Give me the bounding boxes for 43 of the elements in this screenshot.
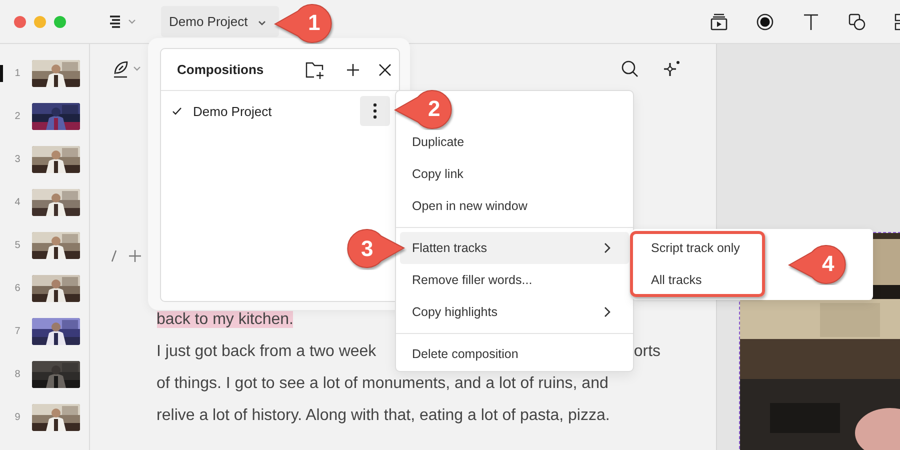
new-folder-icon[interactable] — [304, 60, 325, 78]
step-number: 4 — [822, 251, 834, 277]
record-icon[interactable] — [756, 12, 774, 30]
script-text: relive a lot of history. Along with that, eating a lot of pasta, pizza. — [156, 407, 610, 424]
caret-icon — [256, 19, 267, 27]
scene-number: 8 — [14, 369, 22, 380]
sparkle-icon[interactable] — [663, 60, 681, 78]
menu-item[interactable]: Open in new window — [400, 190, 629, 222]
more-options-button[interactable] — [360, 96, 390, 126]
panel-title: Compositions — [177, 62, 264, 77]
script-text: orts — [634, 342, 661, 362]
step-number: 3 — [361, 236, 374, 262]
scene-number: 2 — [14, 111, 22, 122]
script-text: of things. I got to see a lot of monuments, and a lot of ruins, and — [156, 375, 608, 392]
menu-item[interactable]: Remove filler words... — [400, 264, 629, 296]
pen-icon[interactable] — [112, 60, 142, 78]
menu-item[interactable]: Copy highlights — [400, 296, 629, 328]
menu-item[interactable]: Flatten tracks — [400, 232, 629, 264]
scene-number: 3 — [14, 154, 22, 165]
video-clip-icon[interactable] — [710, 12, 728, 30]
scene-number: 6 — [14, 283, 22, 294]
step-number: 1 — [308, 10, 320, 36]
text-tool-icon[interactable] — [802, 12, 820, 30]
menu-item[interactable]: Copy link — [400, 158, 629, 190]
scene-number: 7 — [14, 326, 22, 337]
scene-number: 5 — [14, 240, 22, 251]
more-icon — [373, 103, 377, 119]
scene-number: 9 — [14, 412, 22, 423]
highlighted-text: back to my kitchen. — [156, 311, 294, 328]
menu-item[interactable]: Delete composition — [400, 338, 629, 370]
scene-number: 4 — [14, 197, 22, 208]
composition-item[interactable]: Demo Project — [193, 104, 272, 118]
shapes-icon[interactable] — [848, 12, 866, 30]
close-icon[interactable] — [378, 62, 392, 76]
step-number: 2 — [428, 96, 440, 122]
script-text: I just got back from a two week — [156, 342, 376, 362]
menu-item[interactable]: Duplicate — [400, 126, 629, 158]
search-icon[interactable] — [621, 60, 639, 78]
add-icon[interactable] — [346, 62, 360, 76]
project-dropdown[interactable]: Demo Project — [161, 6, 279, 37]
close-window-button[interactable] — [14, 16, 26, 28]
scene-number: 1 — [14, 68, 22, 79]
slash-icon[interactable] — [110, 250, 117, 262]
